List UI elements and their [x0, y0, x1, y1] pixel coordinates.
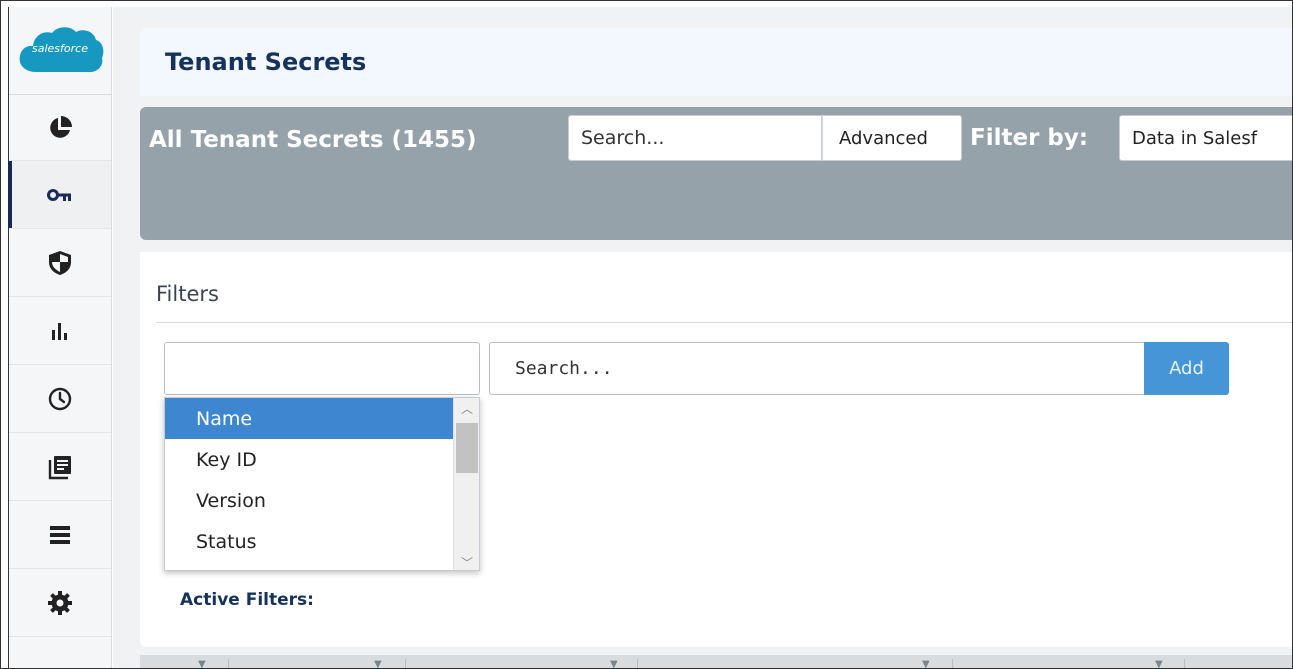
logo-cell: salesforce [9, 7, 111, 95]
add-filter-button[interactable]: Add [1144, 342, 1229, 395]
page-title: Tenant Secrets [165, 48, 367, 76]
key-icon [47, 188, 71, 201]
scroll-up-icon[interactable]: ︿ [454, 398, 479, 418]
sort-icon[interactable]: ▼ [610, 659, 618, 668]
active-filters-label: Active Filters: [180, 590, 314, 610]
sort-icon[interactable]: ▼ [198, 659, 206, 668]
filters-panel: Filters Search... Add Name Key ID Versio… [140, 252, 1292, 647]
column-separator [1184, 659, 1185, 668]
column-separator [637, 659, 638, 668]
divider [156, 322, 1292, 323]
app-window: salesforce Tenant Secrets All Tenant Sec… [0, 0, 1293, 669]
dropdown-option-status[interactable]: Status [165, 521, 455, 562]
logo-text: salesforce [32, 42, 88, 55]
sidebar-item-security[interactable] [9, 229, 111, 297]
sidebar-item-settings[interactable] [9, 569, 111, 637]
filter-by-select[interactable]: Data in Salesf [1119, 115, 1292, 161]
dropdown-option-name[interactable]: Name [165, 398, 455, 439]
pie-chart-icon [50, 115, 72, 138]
salesforce-logo[interactable]: salesforce [16, 22, 104, 80]
gear-icon [48, 590, 72, 615]
sidebar-item-history[interactable] [9, 365, 111, 433]
list-title: All Tenant Secrets (1455) [149, 127, 477, 153]
sidebar: salesforce [8, 7, 112, 668]
filter-field-dropdown: Name Key ID Version Status ︿ ﹀ [164, 397, 480, 571]
dropdown-scrollbar[interactable]: ︿ ﹀ [453, 398, 479, 570]
sidebar-item-resources[interactable] [9, 501, 111, 569]
server-list-icon [50, 525, 70, 544]
sidebar-item-reports[interactable] [9, 297, 111, 365]
filter-by-label: Filter by: [970, 125, 1089, 151]
sort-icon[interactable]: ▼ [374, 659, 382, 668]
page-header: Tenant Secrets [140, 28, 1292, 96]
scroll-thumb[interactable] [456, 423, 478, 473]
scroll-down-icon[interactable]: ﹀ [454, 552, 479, 570]
sidebar-item-tenant-secrets[interactable] [8, 161, 111, 229]
sidebar-item-dashboard[interactable] [9, 95, 111, 161]
document-list-icon [48, 455, 71, 479]
toolbar: All Tenant Secrets (1455) Search... Adva… [140, 107, 1292, 240]
filter-field-select[interactable] [164, 342, 480, 395]
filters-heading: Filters [156, 282, 219, 306]
advanced-button[interactable]: Advanced [822, 115, 962, 161]
sort-icon[interactable]: ▼ [922, 659, 930, 668]
sidebar-item-logs[interactable] [9, 433, 111, 501]
column-separator [405, 659, 406, 668]
search-input[interactable]: Search... [568, 115, 822, 161]
column-separator [228, 659, 229, 668]
main-content: Tenant Secrets All Tenant Secrets (1455)… [113, 7, 1292, 668]
column-separator [952, 659, 953, 668]
dropdown-option-key-id[interactable]: Key ID [165, 439, 455, 480]
filter-search-input[interactable]: Search... [489, 342, 1145, 395]
shield-icon [49, 250, 71, 275]
bar-chart-icon [52, 322, 67, 340]
sort-icon[interactable]: ▼ [1155, 659, 1163, 668]
clock-icon [48, 387, 72, 410]
table-header-row: ▼ ▼ ▼ ▼ ▼ [140, 655, 1292, 668]
dropdown-option-version[interactable]: Version [165, 480, 455, 521]
